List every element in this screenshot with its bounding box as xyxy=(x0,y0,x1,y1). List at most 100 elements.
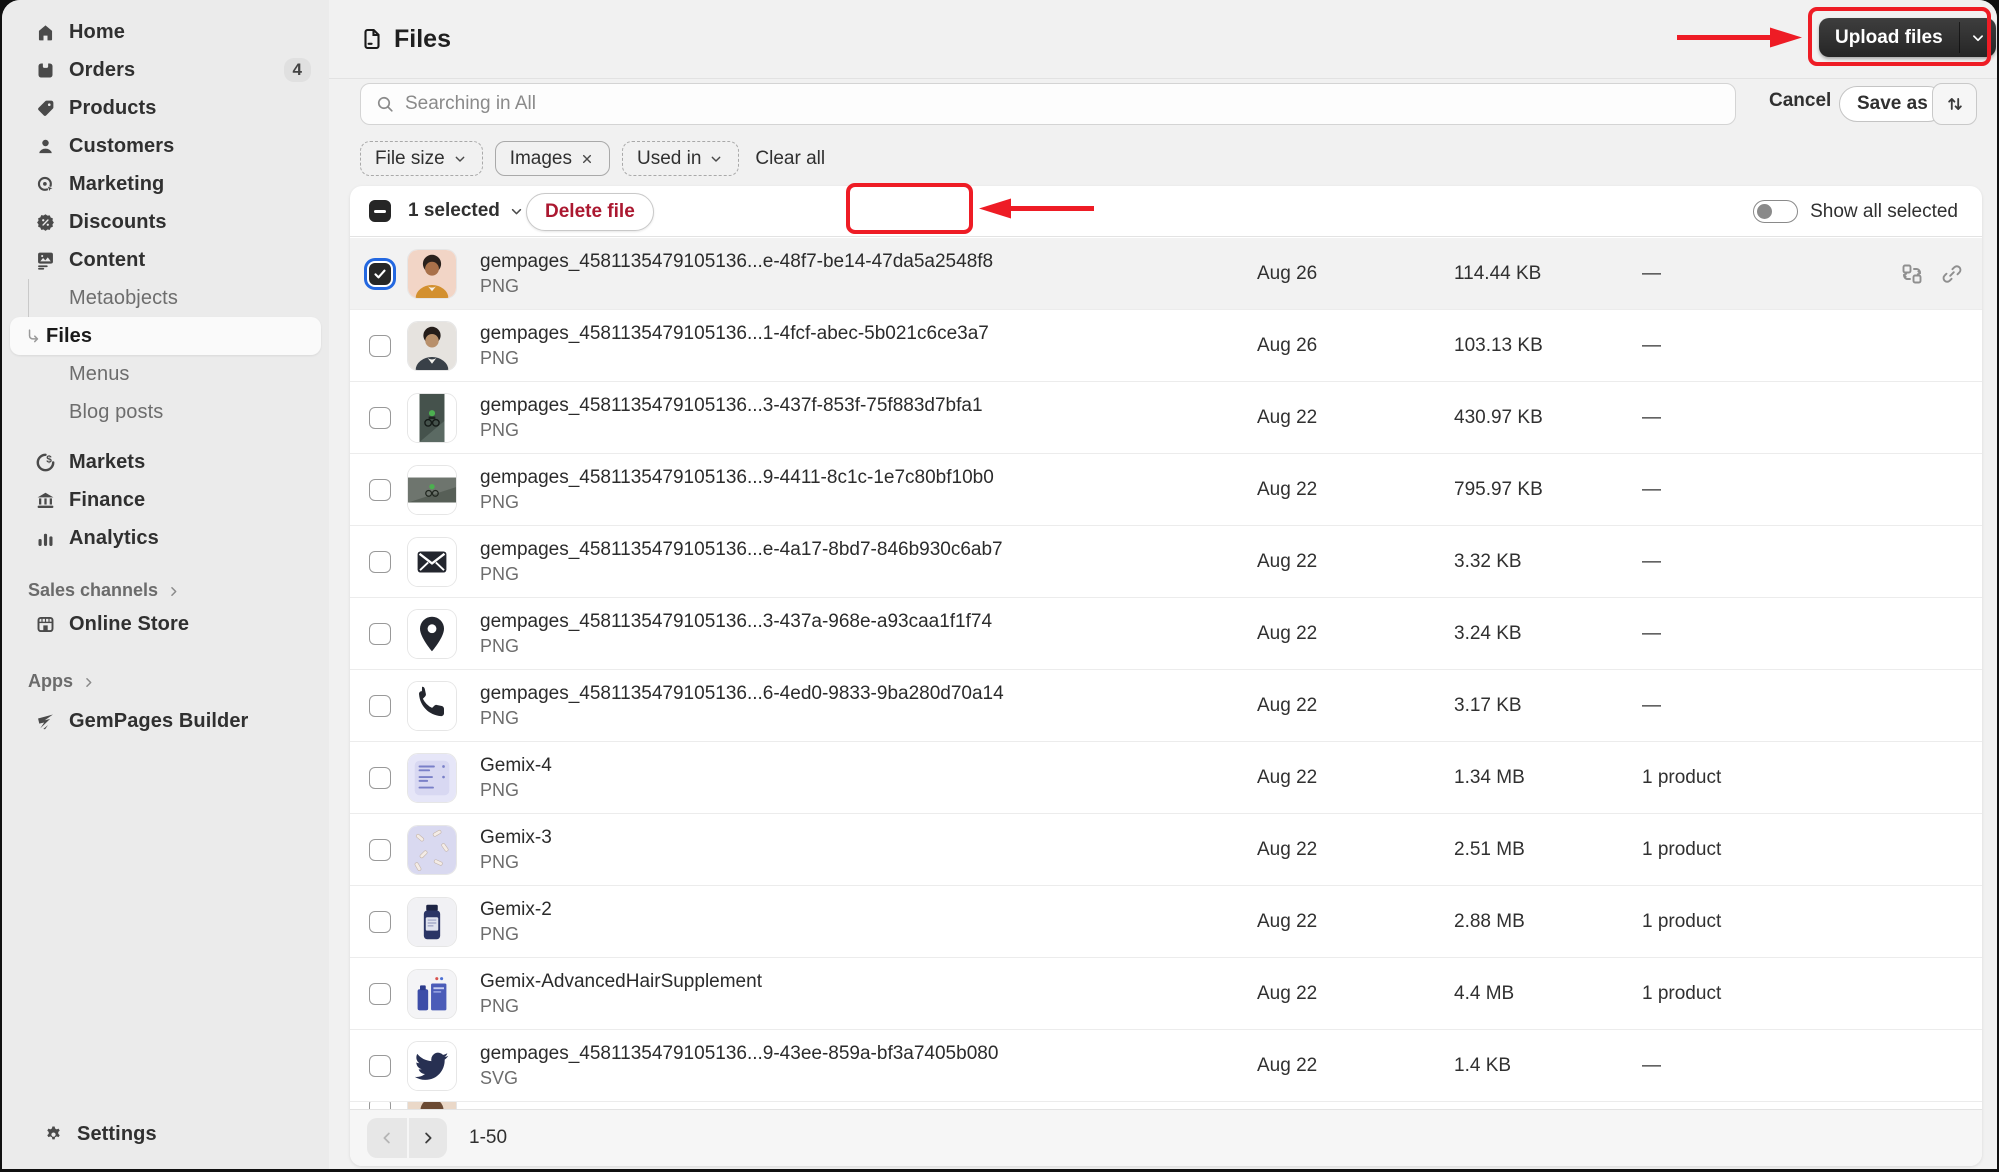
file-size: 795.97 KB xyxy=(1454,478,1543,500)
customers-icon xyxy=(35,136,56,157)
file-name[interactable]: gempages_4581135479105136...3-437a-968e-… xyxy=(480,611,992,633)
sidebar-item-blog-posts[interactable]: Blog posts xyxy=(10,393,321,431)
filter-chip-file-size[interactable]: File size xyxy=(360,141,483,176)
file-row[interactable]: gempages_4581135479105136...e-4a17-8bd7-… xyxy=(350,526,1982,598)
file-name[interactable]: gempages_4581135479105136...9-4411-8c1c-… xyxy=(480,467,994,489)
file-name[interactable]: gempages_4581135479105136...1-4fcf-abec-… xyxy=(480,323,989,345)
cancel-button[interactable]: Cancel xyxy=(1769,90,1831,112)
selected-count-dropdown[interactable]: 1 selected xyxy=(408,200,525,222)
file-row[interactable]: Gemix-3 PNG Aug 22 2.51 MB 1 product xyxy=(350,814,1982,886)
sidebar-item-analytics[interactable]: Analytics xyxy=(10,519,321,557)
sidebar-item-orders[interactable]: Orders 4 xyxy=(10,51,321,89)
row-checkbox[interactable] xyxy=(369,478,391,501)
file-row[interactable]: gempages_4581135479105136...1-4fcf-abec-… xyxy=(350,310,1982,382)
row-checkbox[interactable] xyxy=(369,622,391,645)
file-name[interactable]: Gemix-AdvancedHairSupplement xyxy=(480,971,762,993)
file-row[interactable] xyxy=(350,1102,1982,1109)
file-size: 3.24 KB xyxy=(1454,622,1522,644)
file-type: PNG xyxy=(480,635,520,656)
sidebar-item-markets[interactable]: $ Markets xyxy=(10,443,321,481)
file-name[interactable]: Gemix-3 xyxy=(480,827,552,849)
sidebar-item-settings[interactable]: Settings xyxy=(18,1115,313,1153)
row-checkbox[interactable] xyxy=(369,550,391,573)
file-name[interactable]: gempages_4581135479105136...e-48f7-be14-… xyxy=(480,251,993,273)
file-row[interactable]: gempages_4581135479105136...e-48f7-be14-… xyxy=(350,238,1982,310)
chevron-right-icon xyxy=(81,674,96,689)
pagination-buttons xyxy=(367,1118,447,1158)
sidebar: Home Orders 4 Products Customers Marketing Dis… xyxy=(2,0,329,1169)
file-name[interactable]: Gemix-2 xyxy=(480,899,552,921)
sidebar-item-content[interactable]: Content xyxy=(10,241,321,279)
chevron-down-icon[interactable] xyxy=(1960,18,1996,57)
search-input[interactable] xyxy=(405,93,1735,115)
file-used-in: — xyxy=(1642,406,1661,428)
link-icon[interactable] xyxy=(1940,262,1964,286)
previous-page-button[interactable] xyxy=(367,1118,407,1158)
files-card: 1 selected Delete file Show all selected… xyxy=(350,186,1982,1166)
sidebar-section-apps[interactable]: Apps xyxy=(10,666,321,696)
sidebar-item-label: Products xyxy=(69,96,157,119)
file-row[interactable]: gempages_4581135479105136...3-437f-853f-… xyxy=(350,382,1982,454)
file-row[interactable]: Gemix-4 PNG Aug 22 1.34 MB 1 product xyxy=(350,742,1982,814)
filter-chip-images[interactable]: Images xyxy=(494,141,610,176)
file-name[interactable]: gempages_4581135479105136...3-437f-853f-… xyxy=(480,395,983,417)
sidebar-item-home[interactable]: Home xyxy=(10,13,321,51)
sidebar-item-metaobjects[interactable]: Metaobjects xyxy=(10,279,321,317)
clear-all-button[interactable]: Clear all xyxy=(755,148,825,170)
file-size: 103.13 KB xyxy=(1454,334,1543,356)
sidebar-item-marketing[interactable]: Marketing xyxy=(10,165,321,203)
sidebar-item-label: Online Store xyxy=(69,612,190,635)
filter-chip-used-in[interactable]: Used in xyxy=(622,141,740,176)
sidebar-item-gempages-builder[interactable]: GemPages Builder xyxy=(10,702,321,740)
upload-files-button[interactable]: Upload files xyxy=(1819,18,1996,57)
file-type: PNG xyxy=(480,563,520,584)
select-all-checkbox[interactable] xyxy=(369,200,391,222)
sidebar-item-discounts[interactable]: Discounts xyxy=(10,203,321,241)
show-all-selected-toggle[interactable] xyxy=(1753,200,1799,223)
show-all-selected-wrap: Show all selected xyxy=(1753,186,1958,237)
sort-button[interactable] xyxy=(1932,83,1977,125)
file-type: PNG xyxy=(480,419,520,440)
file-row[interactable]: gempages_4581135479105136...9-4411-8c1c-… xyxy=(350,454,1982,526)
minus-icon xyxy=(374,210,386,213)
file-name[interactable]: Gemix-4 xyxy=(480,755,552,777)
row-checkbox[interactable] xyxy=(369,406,391,429)
file-name[interactable]: gempages_4581135479105136...e-4a17-8bd7-… xyxy=(480,539,1003,561)
row-checkbox[interactable] xyxy=(369,334,391,357)
file-used-in: — xyxy=(1642,334,1661,356)
sidebar-item-customers[interactable]: Customers xyxy=(10,127,321,165)
row-checkbox[interactable] xyxy=(369,694,391,717)
thumbnail-pattern-gemix-3 xyxy=(407,824,457,875)
file-name[interactable]: gempages_4581135479105136...6-4ed0-9833-… xyxy=(480,683,1004,705)
delete-file-button[interactable]: Delete file xyxy=(526,193,654,231)
save-as-button[interactable]: Save as xyxy=(1839,86,1946,122)
sidebar-section-sales-channels[interactable]: Sales channels xyxy=(10,575,321,605)
file-row[interactable]: Gemix-2 PNG Aug 22 2.88 MB 1 product xyxy=(350,886,1982,958)
row-checkbox[interactable] xyxy=(369,1054,391,1077)
corner-arrow-icon xyxy=(24,327,43,346)
file-row[interactable]: gempages_4581135479105136...6-4ed0-9833-… xyxy=(350,670,1982,742)
close-icon[interactable] xyxy=(579,151,595,167)
thumbnail-icon-envelope xyxy=(407,536,457,587)
sidebar-item-finance[interactable]: Finance xyxy=(10,481,321,519)
next-page-button[interactable] xyxy=(407,1118,447,1158)
main-area: Files Upload files Cancel Save as File s… xyxy=(329,0,1997,1169)
row-checkbox[interactable] xyxy=(369,1102,391,1109)
filter-chips-row: File size Images Used in Clear all xyxy=(360,141,825,176)
file-row[interactable]: gempages_4581135479105136...9-43ee-859a-… xyxy=(350,1030,1982,1102)
file-row[interactable]: gempages_4581135479105136...3-437a-968e-… xyxy=(350,598,1982,670)
sidebar-item-online-store[interactable]: Online Store xyxy=(10,605,321,643)
thumbnail-card-gemix-4 xyxy=(407,752,457,803)
row-checkbox[interactable] xyxy=(369,766,391,789)
file-row[interactable]: Gemix-AdvancedHairSupplement PNG Aug 22 … xyxy=(350,958,1982,1030)
sidebar-item-menus[interactable]: Menus xyxy=(10,355,321,393)
row-checkbox[interactable] xyxy=(369,982,391,1005)
row-checkbox[interactable] xyxy=(369,838,391,861)
replace-icon[interactable] xyxy=(1900,262,1924,286)
row-checkbox-checked[interactable] xyxy=(369,262,391,285)
sidebar-item-products[interactable]: Products xyxy=(10,89,321,127)
sidebar-item-files[interactable]: Files xyxy=(10,317,321,355)
file-name[interactable]: gempages_4581135479105136...9-43ee-859a-… xyxy=(480,1043,998,1065)
chevron-down-icon xyxy=(708,151,724,167)
row-checkbox[interactable] xyxy=(369,910,391,933)
